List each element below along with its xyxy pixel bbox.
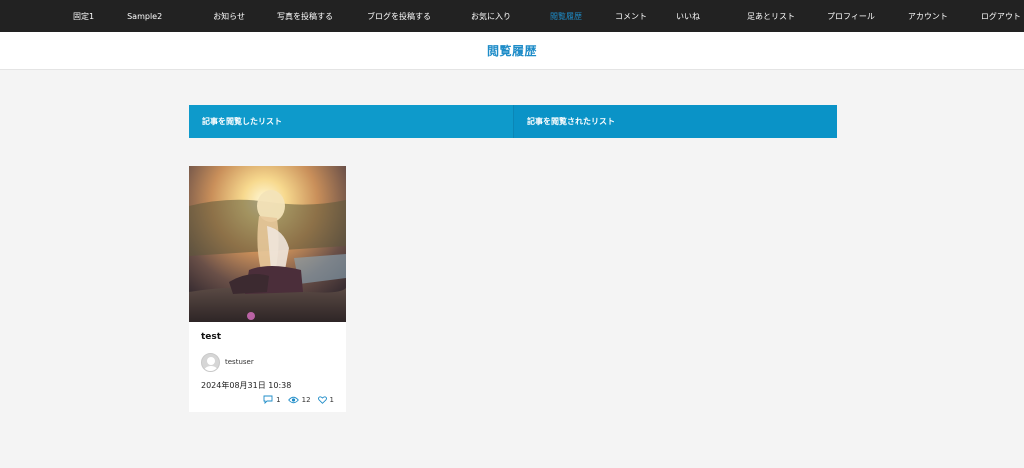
like-count-value: 1 bbox=[329, 395, 334, 404]
nav-item-10[interactable]: 足あとリスト bbox=[747, 11, 795, 22]
nav-item-1[interactable]: 固定1 bbox=[73, 11, 94, 22]
page-title: 閲覧履歴 bbox=[486, 44, 537, 58]
comment-count-value: 1 bbox=[276, 395, 281, 404]
nav-item-4[interactable]: 写真を投稿する bbox=[277, 11, 333, 22]
view-count-value: 12 bbox=[301, 395, 311, 404]
comment-count: 1 bbox=[263, 395, 281, 404]
article-card[interactable]: test testuser 2024年08月31日 10:38 1 12 1 bbox=[189, 166, 346, 412]
author-name[interactable]: testuser bbox=[225, 358, 254, 366]
nav-item-2[interactable]: Sample2 bbox=[127, 12, 162, 21]
article-title[interactable]: test bbox=[201, 332, 334, 346]
nav-item-12[interactable]: アカウント bbox=[908, 11, 948, 22]
avatar[interactable] bbox=[201, 352, 220, 372]
article-stats: 1 12 1 bbox=[201, 395, 334, 404]
history-tabs: 記事を閲覧したリスト 記事を閲覧されたリスト bbox=[189, 105, 837, 138]
nav-item-5[interactable]: ブログを投稿する bbox=[367, 11, 431, 22]
view-count: 12 bbox=[287, 395, 311, 404]
nav-item-9[interactable]: いいね bbox=[676, 11, 700, 22]
like-count[interactable]: 1 bbox=[317, 395, 334, 404]
eye-icon bbox=[287, 396, 299, 403]
nav-item-8[interactable]: コメント bbox=[615, 11, 647, 22]
nav-item-11[interactable]: プロフィール bbox=[827, 11, 875, 22]
nav-item-3[interactable]: お知らせ bbox=[213, 11, 245, 22]
page-header: 閲覧履歴 bbox=[0, 32, 1024, 70]
comment-icon bbox=[263, 395, 273, 404]
article-thumbnail[interactable] bbox=[189, 166, 346, 322]
tab-viewed-by-list[interactable]: 記事を閲覧されたリスト bbox=[513, 105, 837, 138]
author-row[interactable]: testuser bbox=[201, 351, 334, 373]
top-navigation: 固定1 Sample2 お知らせ 写真を投稿する ブログを投稿する お気に入り 閲覧履歴 コメ… bbox=[0, 0, 1024, 32]
nav-item-13[interactable]: ログアウト bbox=[981, 11, 1021, 22]
heart-icon[interactable] bbox=[317, 395, 327, 404]
nav-item-6[interactable]: お気に入り bbox=[471, 11, 511, 22]
nav-item-7[interactable]: 閲覧履歴 bbox=[550, 11, 582, 22]
tab-viewed-list[interactable]: 記事を閲覧したリスト bbox=[189, 105, 513, 138]
post-date: 2024年08月31日 10:38 bbox=[201, 381, 292, 390]
